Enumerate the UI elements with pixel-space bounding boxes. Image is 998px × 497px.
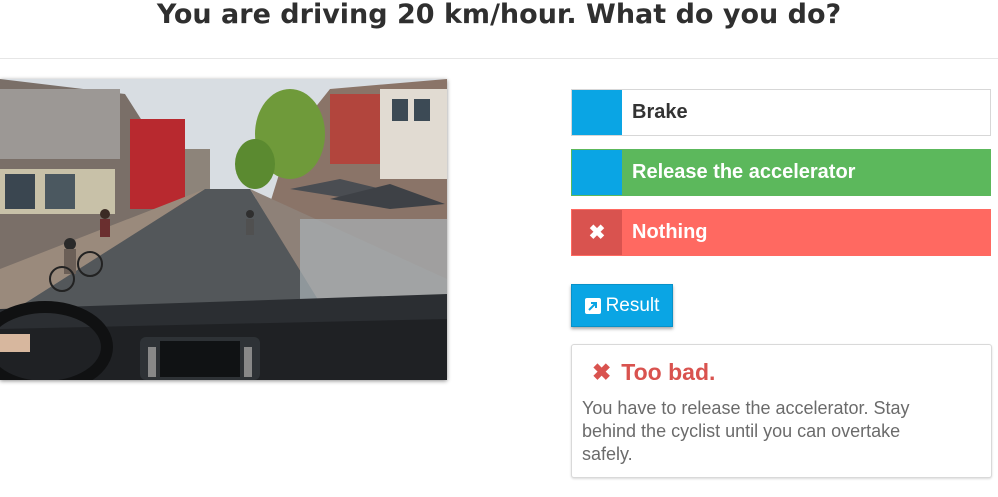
feedback-heading: Too bad. (621, 359, 716, 385)
close-x-icon: ✖ (592, 359, 612, 385)
option-marker (572, 90, 622, 135)
answer-option-brake[interactable]: Brake (571, 89, 991, 136)
result-button[interactable]: Result (571, 284, 673, 327)
feedback-text: You have to release the accelerator. Sta… (582, 398, 910, 464)
title-divider (0, 58, 998, 59)
question-title: You are driving 20 km/hour. What do you … (156, 0, 842, 30)
option-label: Nothing (632, 221, 708, 243)
street-scene-image (0, 79, 447, 380)
wrong-x-icon: ✖ (572, 210, 622, 255)
feedback-panel: ✖ Too bad. You have to release the accel… (571, 344, 992, 478)
option-label: Brake (632, 101, 688, 123)
option-label: Release the accelerator (632, 161, 856, 183)
feedback-heading-row: ✖ Too bad. (592, 359, 715, 386)
external-link-icon (584, 297, 601, 314)
answer-option-release-accelerator[interactable]: Release the accelerator (571, 149, 991, 196)
result-button-label: Result (605, 294, 660, 316)
option-marker (572, 150, 622, 195)
answer-option-nothing[interactable]: ✖ Nothing (571, 209, 991, 256)
